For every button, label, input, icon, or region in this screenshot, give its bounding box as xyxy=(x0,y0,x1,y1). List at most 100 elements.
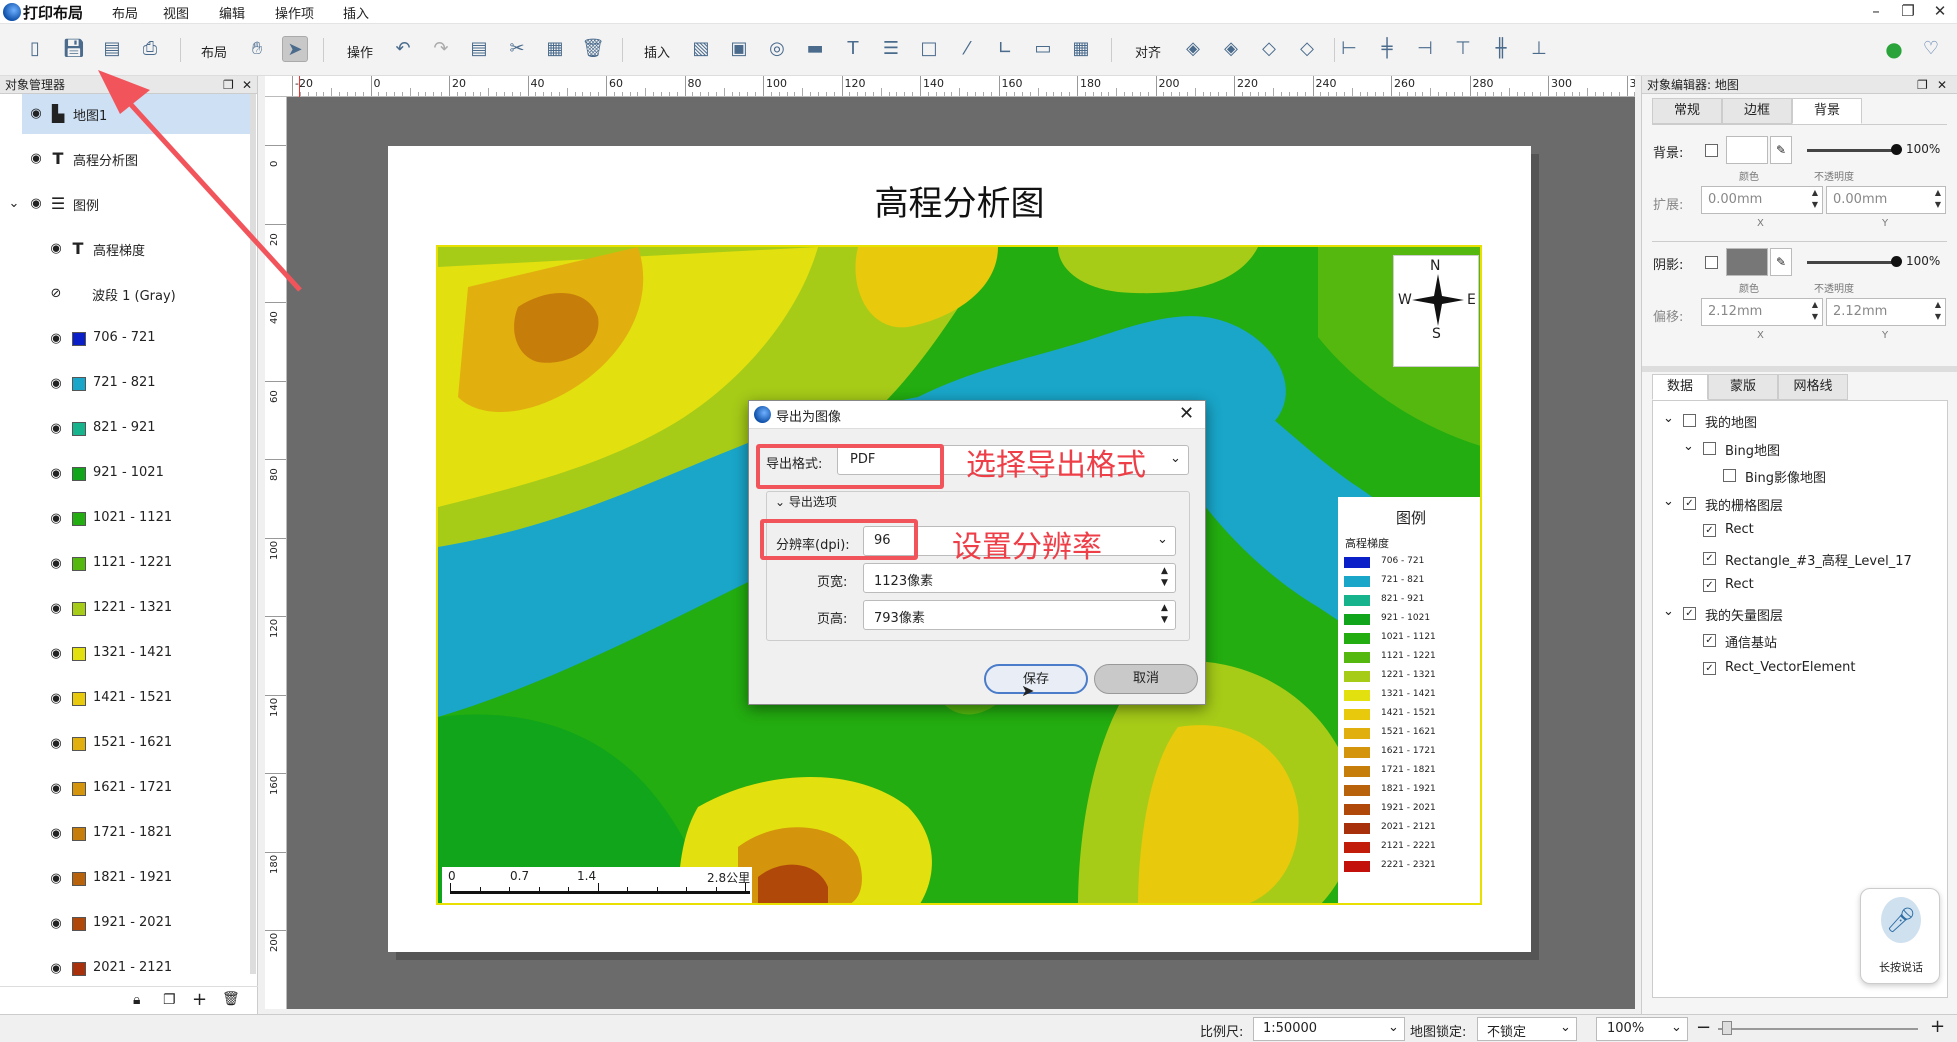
tab-border[interactable]: 边框 xyxy=(1722,98,1792,124)
menu-1[interactable]: 视图 xyxy=(163,3,189,22)
paste-icon[interactable]: ▦ xyxy=(542,36,568,62)
menu-4[interactable]: 插入 xyxy=(343,3,369,22)
tree-class-item[interactable]: ◉ 1521 - 1621 xyxy=(0,724,252,764)
align-right-icon[interactable]: ⊣ xyxy=(1412,36,1438,62)
eye-icon[interactable]: ◉ xyxy=(48,781,64,797)
chevron-down-icon[interactable]: ⌄ xyxy=(1683,439,1694,454)
menu-0[interactable]: 布局 xyxy=(112,3,138,22)
layer-tree-item[interactable]: ✓ 通信基站 xyxy=(1653,627,1947,654)
layer-checkbox[interactable]: ✓ xyxy=(1683,496,1696,510)
eyedropper-icon[interactable]: ✎ xyxy=(1770,136,1792,164)
layer-tree-item[interactable]: ✓ Rect xyxy=(1653,572,1947,599)
tree-class-item[interactable]: ◉ 706 - 721 xyxy=(0,319,252,359)
tree-class-item[interactable]: ◉ 1721 - 1821 xyxy=(0,814,252,854)
layer-checkbox[interactable]: ✓ xyxy=(1703,634,1716,647)
export-options-header[interactable]: ⌄ 导出选项 xyxy=(772,493,840,510)
layer-up-icon[interactable]: ◈ xyxy=(1180,36,1206,62)
save-icon[interactable]: 💾︎ xyxy=(61,36,87,62)
align-left-icon[interactable]: ⊢ xyxy=(1336,36,1362,62)
layer-top-icon[interactable]: ◇ xyxy=(1256,36,1282,62)
page-width-spinbox[interactable]: 1123像素 ▲ ▼ xyxy=(863,563,1176,593)
new-layout-icon[interactable]: ▯ xyxy=(22,36,48,62)
eye-icon[interactable]: ◉ xyxy=(48,466,64,482)
eye-icon[interactable]: ◉ xyxy=(28,196,44,212)
tree-class-item[interactable]: ◉ 1321 - 1421 xyxy=(0,634,252,674)
shadow-opacity-slider[interactable] xyxy=(1807,261,1899,264)
trash-icon[interactable]: 🗑︎ xyxy=(222,991,240,1007)
tree-class-item[interactable]: ◉ 721 - 821 xyxy=(0,364,252,404)
tab-mask[interactable]: 蒙版 xyxy=(1708,374,1778,400)
tree-class-item[interactable]: ◉ 1021 - 1121 xyxy=(0,499,252,539)
dialog-close-icon[interactable]: ✕ xyxy=(1179,403,1194,424)
spin-arrows-icon[interactable]: ▲ ▼ xyxy=(1161,602,1168,626)
eye-icon[interactable]: ◉ xyxy=(48,871,64,887)
eyedropper-icon[interactable]: ✎ xyxy=(1770,248,1792,276)
align-middle-v-icon[interactable]: ╫ xyxy=(1488,36,1514,62)
eye-icon[interactable]: ◉ xyxy=(48,646,64,662)
close-panel-icon[interactable]: ✕ xyxy=(1937,76,1947,94)
layer-checkbox[interactable]: ✓ xyxy=(1703,524,1716,537)
tree-class-item[interactable]: ◉ 1121 - 1221 xyxy=(0,544,252,584)
undo-icon[interactable]: ↶ xyxy=(390,36,416,62)
add-icon[interactable]: + xyxy=(192,989,207,1010)
eye-icon[interactable]: ◉ xyxy=(48,331,64,347)
spin-arrows-icon[interactable]: ▲ ▼ xyxy=(1161,565,1168,589)
tree-class-item[interactable]: ◉ 821 - 921 xyxy=(0,409,252,449)
layer-down-icon[interactable]: ◈ xyxy=(1218,36,1244,62)
close-window-icon[interactable]: ✕ xyxy=(1925,0,1955,22)
tab-general[interactable]: 常规 xyxy=(1652,98,1722,124)
shadow-opacity-handle[interactable] xyxy=(1891,256,1902,267)
tree-class-item[interactable]: ◉ 1821 - 1921 xyxy=(0,859,252,899)
lock-icon[interactable]: 🔒︎ xyxy=(133,992,140,1008)
layer-bottom-icon[interactable]: ◇ xyxy=(1294,36,1320,62)
tree-class-item[interactable]: ◉ 1921 - 2021 xyxy=(0,904,252,944)
tree-class-item[interactable]: ◉ 1421 - 1521 xyxy=(0,679,252,719)
map-lock-select[interactable]: 不锁定 ⌄ xyxy=(1477,1017,1577,1041)
open-icon[interactable]: ▤ xyxy=(99,36,125,62)
insert-map-icon[interactable]: ▧ xyxy=(688,36,714,62)
eye-icon[interactable]: ◉ xyxy=(48,421,64,437)
zoom-slider[interactable] xyxy=(1718,1028,1918,1030)
chevron-down-icon[interactable]: ⌄ xyxy=(6,196,22,212)
tree-class-item[interactable]: ◉ 1621 - 1721 xyxy=(0,769,252,809)
print-icon[interactable]: ⎙ xyxy=(137,36,163,62)
redo-icon[interactable]: ↷ xyxy=(428,36,454,62)
tree-class-item[interactable]: ◉ 2021 - 2121 xyxy=(0,949,252,989)
legend-box[interactable]: 图例 高程梯度 706 - 721 721 - 821 821 - 921 921 -… xyxy=(1338,497,1480,903)
insert-globe-icon[interactable]: ◎ xyxy=(764,36,790,62)
extend-y-spinbox[interactable]: 0.00mm ▲ ▼ xyxy=(1826,186,1946,214)
cancel-button[interactable]: 取消 xyxy=(1094,664,1198,694)
insert-note-icon[interactable]: ▭ xyxy=(1030,36,1056,62)
extend-x-spinbox[interactable]: 0.00mm ▲ ▼ xyxy=(1701,186,1823,214)
scalebar[interactable]: 0 0.7 1.4 2.8公里 xyxy=(442,867,752,903)
layer-checkbox[interactable]: ✓ xyxy=(1703,579,1716,592)
insert-table-icon[interactable]: ▦ xyxy=(1068,36,1094,62)
tab-background[interactable]: 背景 xyxy=(1792,98,1862,124)
restore-icon[interactable]: ❐ xyxy=(1893,0,1923,22)
zoom-select[interactable]: 100% ⌄ xyxy=(1596,1017,1688,1041)
background-checkbox[interactable] xyxy=(1705,144,1718,157)
shadow-checkbox[interactable] xyxy=(1705,256,1718,269)
insert-line-icon[interactable]: ⁄ xyxy=(954,36,980,62)
menu-3[interactable]: 操作项 xyxy=(275,3,314,22)
layer-checkbox[interactable]: ✓ xyxy=(1683,606,1696,620)
pan-hand-icon[interactable]: ✋︎ xyxy=(244,36,270,62)
zoom-slider-handle[interactable] xyxy=(1722,1021,1732,1035)
layer-checkbox[interactable] xyxy=(1703,441,1716,455)
duplicate-icon[interactable]: ❐ xyxy=(163,992,176,1008)
layer-tree-item[interactable]: ✓ Rect xyxy=(1653,517,1947,544)
align-center-h-icon[interactable]: ╪ xyxy=(1374,36,1400,62)
chevron-down-icon[interactable]: ⌄ xyxy=(1663,494,1674,509)
zoom-out-icon[interactable]: − xyxy=(1696,1017,1711,1038)
layer-tree-item[interactable]: ⌄ ✓ 我的栅格图层 xyxy=(1653,490,1947,517)
layer-checkbox[interactable]: ✓ xyxy=(1703,551,1716,565)
insert-image-icon[interactable]: ▣ xyxy=(726,36,752,62)
offset-x-spinbox[interactable]: 2.12mm ▲ ▼ xyxy=(1701,298,1823,326)
scale-select[interactable]: 1:50000 ⌄ xyxy=(1253,1017,1405,1041)
layer-tree-item[interactable]: Bing影像地图 xyxy=(1653,462,1947,489)
bg-opacity-handle[interactable] xyxy=(1891,144,1902,155)
voice-input-button[interactable]: 🎤︎ 长按说话 xyxy=(1860,888,1940,984)
background-color-swatch[interactable] xyxy=(1726,136,1768,164)
insert-polyline-icon[interactable]: ∟ xyxy=(992,36,1018,62)
layer-tree-item[interactable]: ✓ Rectangle_#3_高程_Level_17 xyxy=(1653,545,1947,572)
